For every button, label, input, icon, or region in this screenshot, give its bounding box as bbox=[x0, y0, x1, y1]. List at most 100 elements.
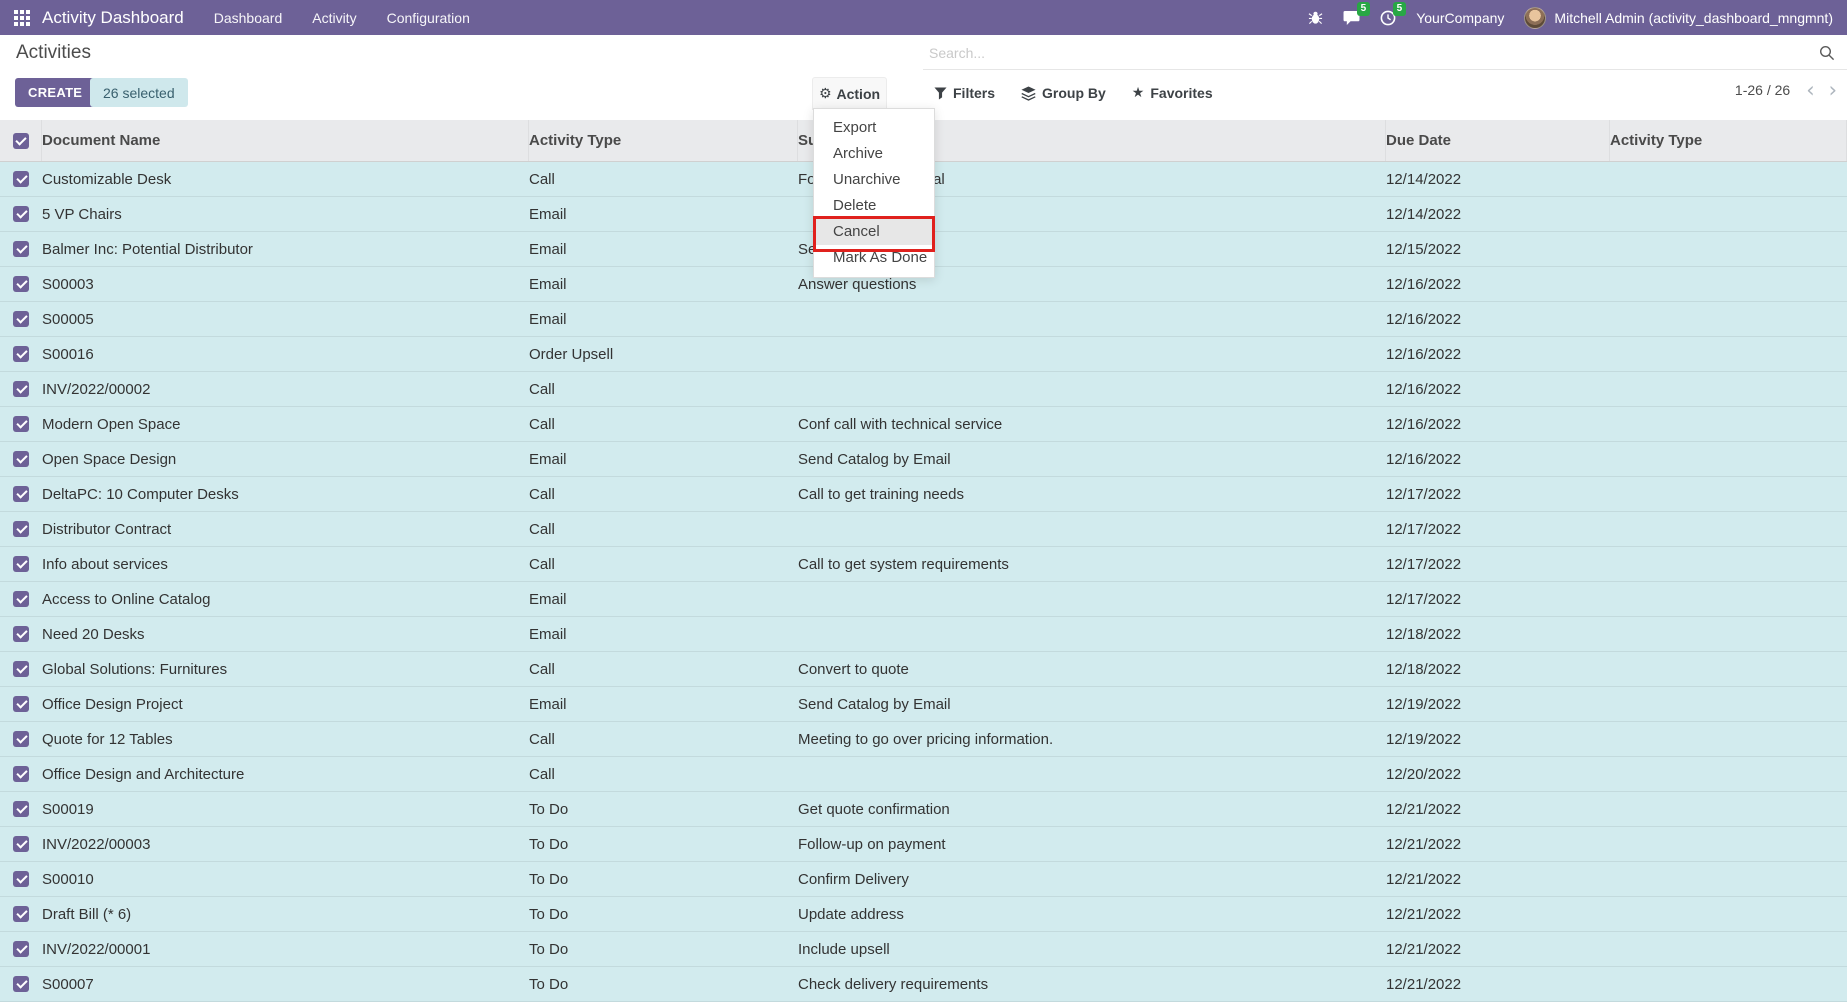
table-row[interactable]: Access to Online CatalogEmail12/17/2022 bbox=[0, 582, 1847, 617]
messages-icon[interactable]: 5 bbox=[1343, 10, 1360, 25]
table-row[interactable]: INV/2022/00002Call12/16/2022 bbox=[0, 372, 1847, 407]
due-date-cell: 12/17/2022 bbox=[1386, 512, 1610, 546]
row-checkbox[interactable] bbox=[13, 626, 29, 642]
gear-icon: ⚙ bbox=[819, 87, 832, 101]
activity-type-2-cell bbox=[1610, 652, 1847, 686]
activities-clock-icon[interactable]: 5 bbox=[1380, 10, 1396, 26]
due-date-cell: 12/16/2022 bbox=[1386, 337, 1610, 371]
table-row[interactable]: S00016Order Upsell12/16/2022 bbox=[0, 337, 1847, 372]
row-checkbox[interactable] bbox=[13, 591, 29, 607]
row-checkbox[interactable] bbox=[13, 486, 29, 502]
table-row[interactable]: INV/2022/00003To DoFollow-up on payment1… bbox=[0, 827, 1847, 862]
row-checkbox[interactable] bbox=[13, 766, 29, 782]
menu-item-export[interactable]: Export bbox=[814, 115, 934, 141]
table-row[interactable]: Quote for 12 TablesCallMeeting to go ove… bbox=[0, 722, 1847, 757]
menu-item-mark-as-done[interactable]: Mark As Done bbox=[814, 245, 934, 271]
table-row[interactable]: Distributor ContractCall12/17/2022 bbox=[0, 512, 1847, 547]
table-row[interactable]: Office Design and ArchitectureCall12/20/… bbox=[0, 757, 1847, 792]
table-row[interactable]: Global Solutions: FurnituresCallConvert … bbox=[0, 652, 1847, 687]
menu-item-cancel[interactable]: Cancel bbox=[814, 219, 934, 245]
action-button[interactable]: ⚙ Action bbox=[812, 77, 887, 110]
due-date-cell: 12/16/2022 bbox=[1386, 442, 1610, 476]
row-checkbox[interactable] bbox=[13, 206, 29, 222]
pager-next-icon[interactable]: › bbox=[1829, 80, 1837, 100]
debug-bug-icon[interactable] bbox=[1308, 10, 1323, 25]
row-checkbox[interactable] bbox=[13, 241, 29, 257]
row-checkbox[interactable] bbox=[13, 941, 29, 957]
action-dropdown-menu: Export Archive Unarchive Delete Cancel M… bbox=[813, 108, 935, 278]
row-checkbox[interactable] bbox=[13, 976, 29, 992]
row-checkbox[interactable] bbox=[13, 906, 29, 922]
row-checkbox[interactable] bbox=[13, 171, 29, 187]
table-row[interactable]: Draft Bill (* 6)To DoUpdate address12/21… bbox=[0, 897, 1847, 932]
filter-icon bbox=[934, 87, 947, 100]
activity-type-2-cell bbox=[1610, 512, 1847, 546]
activity-type-cell: Call bbox=[529, 547, 798, 581]
search-input[interactable] bbox=[923, 45, 1819, 61]
row-checkbox[interactable] bbox=[13, 556, 29, 572]
create-button[interactable]: CREATE bbox=[15, 78, 95, 107]
row-checkbox[interactable] bbox=[13, 801, 29, 817]
row-checkbox[interactable] bbox=[13, 381, 29, 397]
pager: 1-26 / 26 ‹ › bbox=[1735, 80, 1837, 100]
row-checkbox[interactable] bbox=[13, 416, 29, 432]
document-name-cell: Office Design Project bbox=[42, 687, 529, 721]
favorites-button[interactable]: ★ Favorites bbox=[1132, 85, 1213, 101]
table-row[interactable]: Info about servicesCallCall to get syste… bbox=[0, 547, 1847, 582]
select-all-checkbox[interactable] bbox=[13, 133, 29, 149]
due-date-cell: 12/14/2022 bbox=[1386, 197, 1610, 231]
table-row[interactable]: S00005Email12/16/2022 bbox=[0, 302, 1847, 337]
row-checkbox[interactable] bbox=[13, 311, 29, 327]
pager-previous-icon[interactable]: ‹ bbox=[1806, 80, 1814, 100]
action-button-label: Action bbox=[837, 86, 881, 102]
due-date-cell: 12/20/2022 bbox=[1386, 757, 1610, 791]
messages-count-badge: 5 bbox=[1357, 2, 1371, 16]
table-row[interactable]: Office Design ProjectEmailSend Catalog b… bbox=[0, 687, 1847, 722]
row-checkbox[interactable] bbox=[13, 661, 29, 677]
user-menu[interactable]: Mitchell Admin (activity_dashboard_mngmn… bbox=[1524, 7, 1833, 29]
summary-cell bbox=[798, 372, 1386, 406]
table-row[interactable]: S00019To DoGet quote confirmation12/21/2… bbox=[0, 792, 1847, 827]
column-header-activity-type[interactable]: Activity Type bbox=[529, 120, 798, 161]
document-name-cell: INV/2022/00001 bbox=[42, 932, 529, 966]
table-row[interactable]: INV/2022/00001To DoInclude upsell12/21/2… bbox=[0, 932, 1847, 967]
document-name-cell: S00019 bbox=[42, 792, 529, 826]
menu-configuration[interactable]: Configuration bbox=[387, 10, 470, 26]
app-title[interactable]: Activity Dashboard bbox=[42, 8, 184, 28]
row-checkbox[interactable] bbox=[13, 836, 29, 852]
table-row[interactable]: Open Space DesignEmailSend Catalog by Em… bbox=[0, 442, 1847, 477]
row-checkbox[interactable] bbox=[13, 696, 29, 712]
column-header-activity-type-2[interactable]: Activity Type bbox=[1610, 120, 1847, 161]
group-by-button[interactable]: Group By bbox=[1021, 85, 1106, 101]
row-checkbox[interactable] bbox=[13, 346, 29, 362]
row-checkbox[interactable] bbox=[13, 276, 29, 292]
menu-dashboard[interactable]: Dashboard bbox=[214, 10, 283, 26]
activity-type-2-cell bbox=[1610, 547, 1847, 581]
due-date-cell: 12/21/2022 bbox=[1386, 827, 1610, 861]
table-row[interactable]: DeltaPC: 10 Computer DesksCallCall to ge… bbox=[0, 477, 1847, 512]
apps-grid-icon[interactable] bbox=[14, 10, 30, 26]
table-row[interactable]: S00007To DoCheck delivery requirements12… bbox=[0, 967, 1847, 1002]
column-header-document-name[interactable]: Document Name bbox=[42, 120, 529, 161]
row-checkbox[interactable] bbox=[13, 871, 29, 887]
menu-item-delete[interactable]: Delete bbox=[814, 193, 934, 219]
company-switcher[interactable]: YourCompany bbox=[1416, 10, 1504, 26]
document-name-cell: Global Solutions: Furnitures bbox=[42, 652, 529, 686]
filters-button[interactable]: Filters bbox=[934, 85, 995, 101]
table-row[interactable]: S00010To DoConfirm Delivery12/21/2022 bbox=[0, 862, 1847, 897]
activity-type-2-cell bbox=[1610, 757, 1847, 791]
menu-item-unarchive[interactable]: Unarchive bbox=[814, 167, 934, 193]
document-name-cell: Open Space Design bbox=[42, 442, 529, 476]
due-date-cell: 12/15/2022 bbox=[1386, 232, 1610, 266]
column-header-due-date[interactable]: Due Date bbox=[1386, 120, 1610, 161]
search-icon[interactable] bbox=[1819, 45, 1835, 61]
menu-item-archive[interactable]: Archive bbox=[814, 141, 934, 167]
row-checkbox[interactable] bbox=[13, 521, 29, 537]
table-row[interactable]: Modern Open SpaceCallConf call with tech… bbox=[0, 407, 1847, 442]
activity-type-cell: To Do bbox=[529, 862, 798, 896]
activity-type-2-cell bbox=[1610, 897, 1847, 931]
row-checkbox[interactable] bbox=[13, 451, 29, 467]
table-row[interactable]: Need 20 DesksEmail12/18/2022 bbox=[0, 617, 1847, 652]
menu-activity[interactable]: Activity bbox=[312, 10, 356, 26]
row-checkbox[interactable] bbox=[13, 731, 29, 747]
